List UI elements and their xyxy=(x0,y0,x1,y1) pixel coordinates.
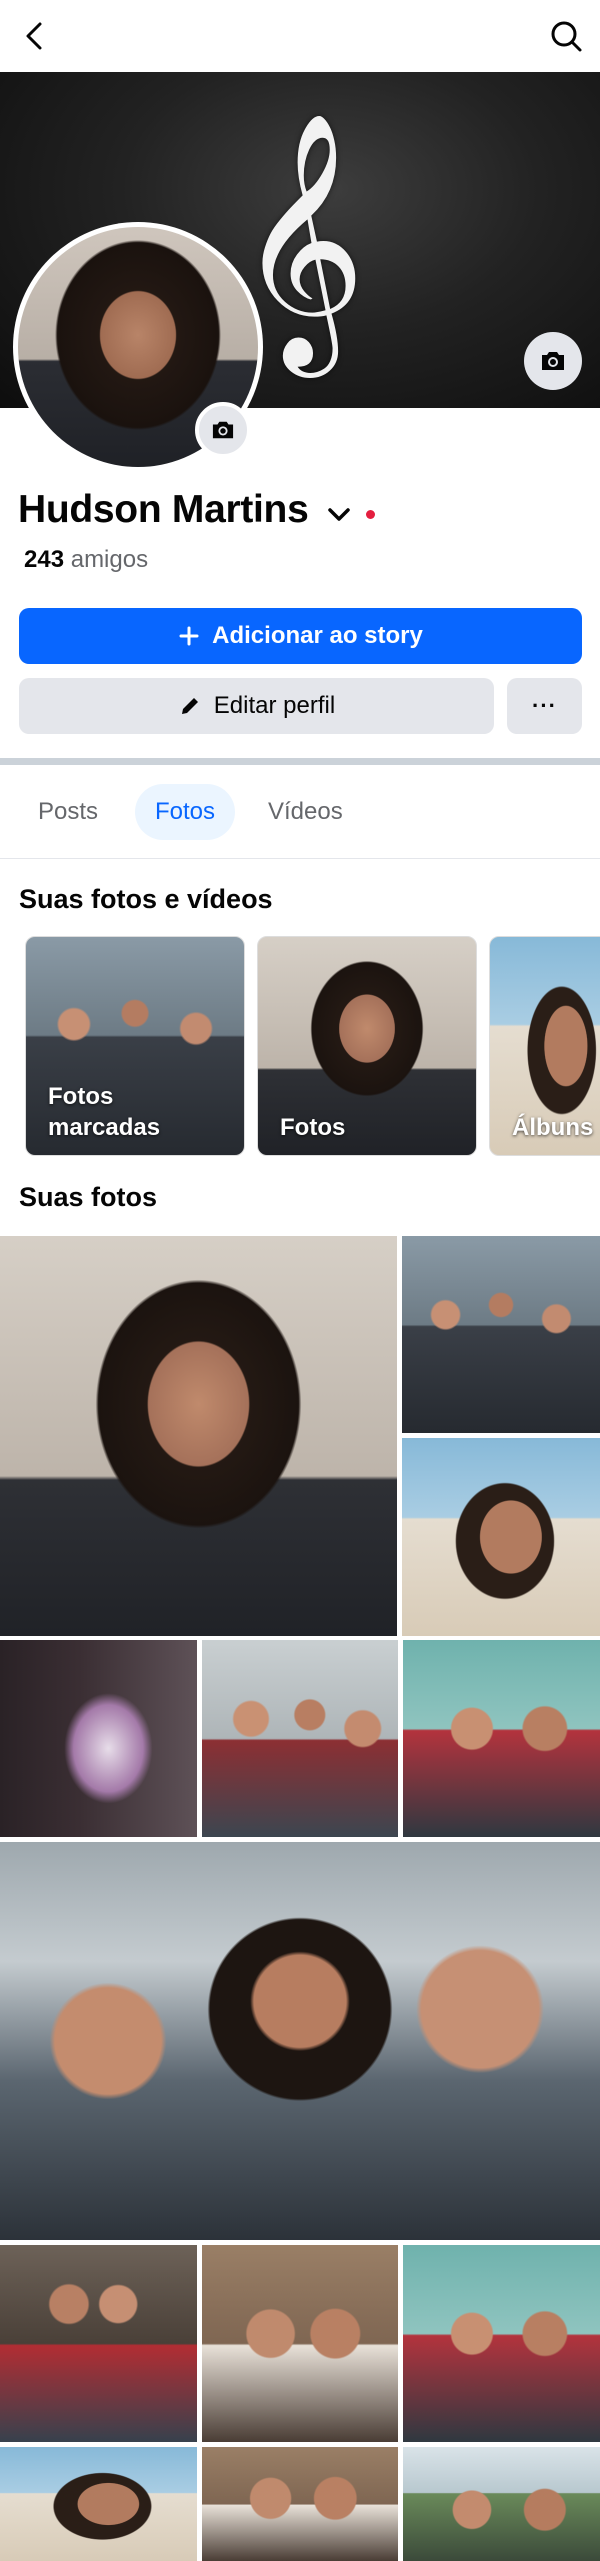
edit-profile-button[interactable]: Editar perfil xyxy=(19,678,494,734)
add-to-story-button[interactable]: Adicionar ao story xyxy=(19,608,582,664)
edit-avatar-camera-icon[interactable] xyxy=(195,402,251,458)
status-dot xyxy=(366,510,375,519)
photo-thumbnail[interactable] xyxy=(403,2447,600,2561)
search-icon[interactable] xyxy=(548,18,584,54)
more-options-button[interactable]: ··· xyxy=(507,678,582,734)
photo-thumbnail[interactable] xyxy=(403,2245,600,2442)
photo-thumbnail[interactable] xyxy=(202,1640,398,1837)
profile-tabs: Posts Fotos Vídeos xyxy=(0,782,600,842)
tab-posts[interactable]: Posts xyxy=(18,784,118,840)
album-label: Fotos xyxy=(280,1113,346,1141)
album-tagged-photos[interactable]: Fotos marcadas xyxy=(25,936,245,1156)
friends-label: amigos xyxy=(70,546,149,573)
album-photos[interactable]: Fotos xyxy=(257,936,477,1156)
tabs-divider xyxy=(0,858,600,859)
friends-number: 243 xyxy=(24,546,65,573)
pencil-icon xyxy=(181,698,198,714)
more-dots-icon: ··· xyxy=(532,693,557,718)
photo-thumbnail[interactable] xyxy=(0,2245,197,2442)
album-label: Fotos marcadas xyxy=(48,1082,161,1141)
profile-name: Hudson Martins xyxy=(18,488,309,531)
photo-thumbnail[interactable] xyxy=(402,1236,600,1433)
your-photos-title: Suas fotos xyxy=(19,1182,158,1212)
photo-thumbnail[interactable] xyxy=(202,2245,398,2442)
edit-profile-label: Editar perfil xyxy=(213,692,336,719)
edit-cover-camera-icon[interactable] xyxy=(524,332,582,390)
tab-videos[interactable]: Vídeos xyxy=(248,784,363,840)
photo-thumbnail[interactable] xyxy=(403,1640,600,1837)
friends-count[interactable]: 243 amigos xyxy=(24,546,148,574)
photo-thumbnail[interactable] xyxy=(202,2447,398,2561)
section-divider xyxy=(0,758,600,765)
add-to-story-label: Adicionar ao story xyxy=(212,622,423,649)
photo-thumbnail[interactable] xyxy=(0,1236,397,1636)
photos-videos-title: Suas fotos e vídeos xyxy=(19,884,273,914)
chevron-down-icon[interactable] xyxy=(324,500,354,530)
photo-thumbnail[interactable] xyxy=(0,2447,197,2561)
photo-thumbnail[interactable] xyxy=(0,1640,197,1837)
photo-thumbnail[interactable] xyxy=(0,1842,600,2240)
plus-icon xyxy=(179,626,199,646)
photo-thumbnail[interactable] xyxy=(402,1438,600,1636)
top-bar xyxy=(0,0,600,72)
tab-photos[interactable]: Fotos xyxy=(135,784,236,840)
album-albums[interactable]: Álbuns xyxy=(489,936,600,1156)
back-arrow-icon[interactable] xyxy=(18,18,54,54)
album-label: Álbuns xyxy=(512,1113,594,1141)
